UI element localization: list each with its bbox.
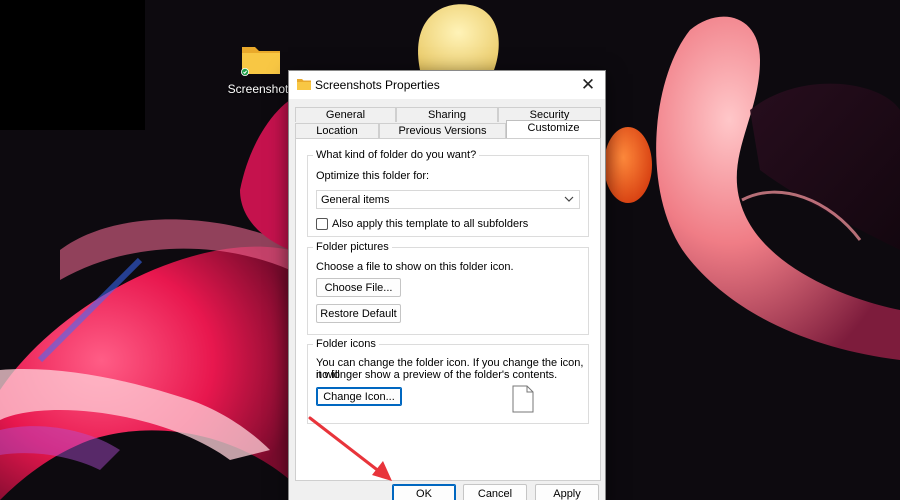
folder-icons-description-line2: no longer show a preview of the folder's… [316, 369, 558, 381]
blank-file-icon [512, 385, 534, 413]
apply-subfolders-checkbox[interactable] [316, 218, 328, 230]
apply-button[interactable]: Apply [535, 484, 599, 500]
tab-previous-versions[interactable]: Previous Versions [379, 123, 506, 138]
folder-pictures-group: Folder pictures Choose a file to show on… [307, 241, 589, 335]
folder-type-group: What kind of folder do you want? Optimiz… [307, 149, 589, 237]
tab-location[interactable]: Location [295, 123, 379, 138]
folder-pictures-title: Folder pictures [313, 241, 392, 253]
close-icon: ✕ [580, 75, 596, 94]
ok-button[interactable]: OK [392, 484, 456, 500]
tab-general[interactable]: General [295, 107, 396, 122]
tab-sharing[interactable]: Sharing [396, 107, 498, 122]
folder-icon [241, 47, 280, 76]
tab-strip: General Sharing Security Location Previo… [295, 107, 601, 139]
folder-icons-group: Folder icons You can change the folder i… [307, 338, 589, 424]
cancel-button[interactable]: Cancel [463, 484, 527, 500]
folder-type-title: What kind of folder do you want? [313, 149, 480, 161]
dialog-titlebar[interactable]: Screenshots Properties ✕ [289, 71, 605, 99]
optimize-selected-value: General items [321, 194, 390, 206]
apply-subfolders-label: Also apply this template to all subfolde… [332, 218, 529, 230]
check-badge-icon [241, 68, 249, 76]
properties-dialog: Screenshots Properties ✕ General Sharing… [288, 70, 606, 500]
folder-icon [297, 79, 311, 90]
dialog-title: Screenshots Properties [315, 78, 440, 92]
tab-customize[interactable]: Customize [506, 120, 601, 138]
folder-icons-title: Folder icons [313, 338, 379, 350]
customize-tab-page: What kind of folder do you want? Optimiz… [295, 138, 601, 481]
close-button[interactable]: ✕ [571, 71, 605, 99]
optimize-dropdown[interactable]: General items [316, 190, 580, 209]
choose-file-button[interactable]: Choose File... [316, 278, 401, 297]
folder-pictures-description: Choose a file to show on this folder ico… [316, 261, 514, 273]
desktop-folder-screenshots[interactable]: Screenshots [226, 42, 296, 96]
optimize-label: Optimize this folder for: [316, 170, 430, 182]
restore-default-button[interactable]: Restore Default [316, 304, 401, 323]
change-icon-button[interactable]: Change Icon... [316, 387, 402, 406]
chevron-down-icon [564, 196, 574, 202]
desktop-folder-label: Screenshots [227, 82, 295, 96]
